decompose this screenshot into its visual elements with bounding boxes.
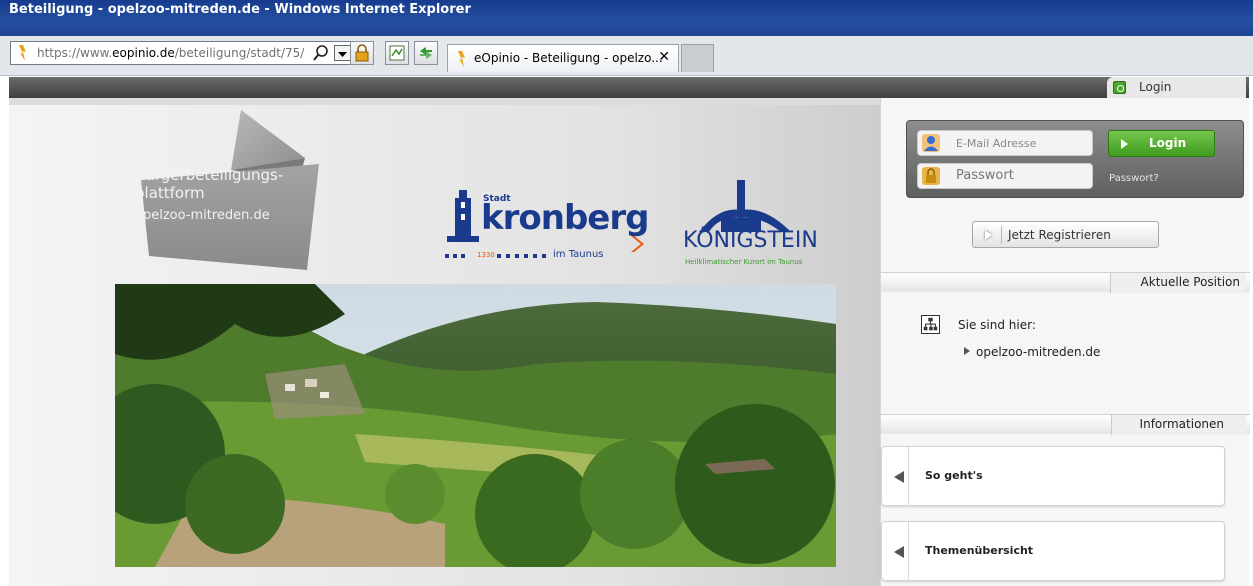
- page-icon: [19, 45, 26, 61]
- how-it-works-button[interactable]: So geht's: [881, 446, 1225, 507]
- position-header-label: Aktuelle Position: [1140, 275, 1240, 289]
- url-text[interactable]: https://www.eopinio.de/beteiligung/stadt…: [37, 46, 304, 60]
- play-icon: [1121, 139, 1128, 149]
- email-placeholder: E-Mail Adresse: [956, 137, 1037, 150]
- window-title: Beteiligung - opelzoo-mitreden.de - Wind…: [9, 2, 471, 17]
- window-title-bar: Beteiligung - opelzoo-mitreden.de - Wind…: [0, 0, 1253, 36]
- chevron-right-icon: [631, 236, 644, 252]
- close-icon[interactable]: ✕: [658, 49, 670, 65]
- page-icon: [458, 51, 465, 67]
- kronberg-year: 1330: [477, 251, 495, 259]
- castle-icon: [447, 190, 479, 242]
- position-header: Aktuelle Position: [881, 272, 1250, 293]
- login-tab[interactable]: Login: [1107, 77, 1246, 98]
- kronberg-sub: im Taunus: [553, 249, 604, 260]
- top-band: [9, 77, 1249, 98]
- breadcrumb[interactable]: opelzoo-mitreden.de: [964, 345, 1100, 359]
- arrow-left-icon: [894, 546, 904, 558]
- triangle-right-icon: [964, 347, 970, 355]
- platform-title-line1: Bürgerbeteiligungs-: [135, 166, 284, 184]
- new-tab-button[interactable]: [681, 44, 714, 72]
- platform-title-line2: plattform: [135, 184, 205, 202]
- sidebar: E-Mail Adresse Passwort Login Passwort?: [880, 98, 1250, 586]
- login-tab-label: Login: [1139, 80, 1172, 94]
- sitemap-icon: [921, 315, 940, 334]
- tab-title: eOpinio - Beteiligung - opelzo...: [474, 51, 663, 65]
- user-icon: [922, 134, 940, 152]
- address-dropdown-button[interactable]: [334, 45, 351, 61]
- password-placeholder: Passwort: [956, 168, 1014, 183]
- kronberg-dots-icon: [497, 254, 546, 258]
- how-it-works-label: So geht's: [925, 469, 983, 482]
- koenigstein-logo[interactable]: KÖNIGSTEIN Heilklimatischer Kurort im Ta…: [679, 180, 829, 272]
- login-button-label: Login: [1149, 136, 1187, 150]
- security-lock-button[interactable]: [350, 41, 374, 65]
- landscape-photo: [115, 284, 836, 567]
- header-banner: Bürgerbeteiligungs- plattform opelzoo-mi…: [9, 98, 880, 586]
- refresh-button[interactable]: [414, 41, 438, 65]
- register-button[interactable]: Jetzt Registrieren: [972, 221, 1159, 248]
- topics-overview-button[interactable]: Themenübersicht: [881, 521, 1225, 582]
- forgot-password-link[interactable]: Passwort?: [1109, 173, 1159, 184]
- topics-overview-label: Themenübersicht: [925, 544, 1034, 557]
- tab-active[interactable]: eOpinio - Beteiligung - opelzo... ✕: [447, 44, 679, 72]
- button-divider: [908, 447, 909, 507]
- info-header: Informationen: [881, 414, 1250, 435]
- chevron-down-icon: [338, 52, 347, 57]
- lock-icon: [922, 167, 940, 185]
- login-form: E-Mail Adresse Passwort Login Passwort?: [906, 120, 1244, 198]
- button-divider: [908, 522, 909, 582]
- koenigstein-sub: Heilklimatischer Kurort im Taunus: [685, 258, 803, 266]
- platform-domain: opelzoo-mitreden.de: [135, 208, 270, 223]
- login-indicator-icon: [1113, 81, 1126, 94]
- browser-window: Beteiligung - opelzoo-mitreden.de - Wind…: [0, 0, 1253, 586]
- you-are-here-label: Sie sind hier:: [958, 318, 1036, 332]
- compatibility-icon: [389, 45, 405, 61]
- arrow-left-icon: [894, 471, 904, 483]
- address-bar[interactable]: https://www.eopinio.de/beteiligung/stadt…: [10, 41, 358, 65]
- email-field[interactable]: E-Mail Adresse: [917, 130, 1093, 156]
- kronberg-logo[interactable]: Stadt kronberg 1330 im Taunus: [445, 188, 649, 268]
- browser-toolbar: https://www.eopinio.de/beteiligung/stadt…: [0, 36, 1253, 76]
- breadcrumb-item[interactable]: opelzoo-mitreden.de: [976, 345, 1100, 359]
- info-header-label: Informationen: [1139, 417, 1224, 431]
- button-divider: [1001, 226, 1002, 244]
- play-icon: [985, 230, 992, 240]
- refresh-icon: [420, 47, 432, 59]
- lock-icon: [355, 44, 369, 62]
- register-button-label: Jetzt Registrieren: [1008, 228, 1111, 242]
- banner-top-strip: [9, 98, 880, 105]
- kronberg-bar-icon: [445, 254, 465, 258]
- password-field[interactable]: Passwort: [917, 163, 1093, 189]
- kronberg-name: kronberg: [481, 198, 649, 238]
- search-icon[interactable]: [312, 44, 330, 62]
- login-button[interactable]: Login: [1108, 130, 1215, 157]
- koenigstein-name: KÖNIGSTEIN: [683, 228, 818, 253]
- web-page: Login Bürgerbeteiligungs- plattform opel…: [0, 77, 1253, 586]
- compatibility-view-button[interactable]: [385, 41, 409, 65]
